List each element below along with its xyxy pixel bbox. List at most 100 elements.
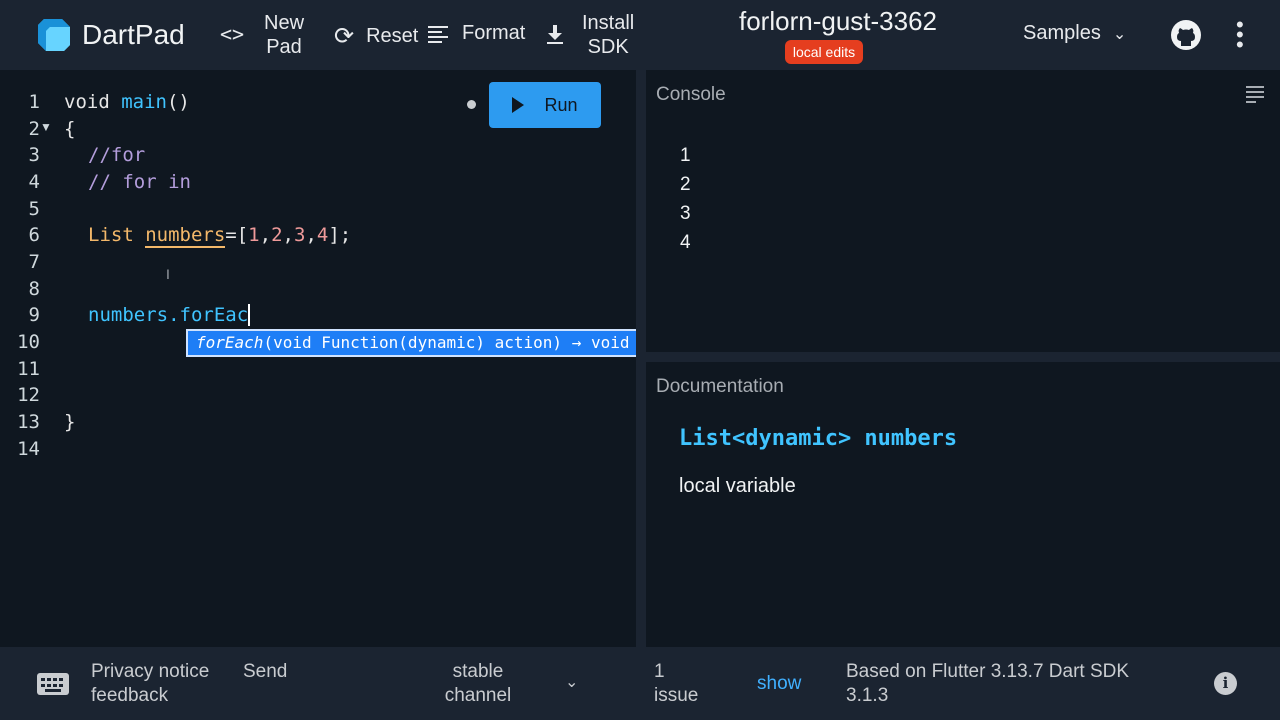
code-line-4: // for in <box>88 171 191 193</box>
chevron-down-icon: ⌄ <box>1112 25 1127 43</box>
unsaved-dot <box>467 100 476 109</box>
code-line-3: //for <box>88 144 146 166</box>
privacy-line1: Privacy notice <box>91 661 210 682</box>
documentation-title: Documentation <box>656 376 784 397</box>
refresh-icon: ⟳ <box>334 23 355 50</box>
status-bar: Privacy notice feedback Send stable chan… <box>0 647 1280 720</box>
issue-number: 1 <box>654 661 665 682</box>
reset-button[interactable]: ⟳ Reset <box>334 22 418 51</box>
clear-console-icon[interactable] <box>1246 86 1264 106</box>
code-icon[interactable]: <> <box>220 22 244 46</box>
console-panel: Console 1 2 3 4 <box>646 70 1280 352</box>
dart-logo-icon <box>38 19 70 51</box>
format-label: Format <box>462 22 526 44</box>
comma: , <box>259 224 272 246</box>
samples-dropdown[interactable]: Samples ⌄ <box>1023 22 1126 45</box>
new-pad-label-line1: New <box>264 12 305 34</box>
parens: () <box>166 91 190 113</box>
number-literal: 1 <box>248 224 260 246</box>
run-button[interactable]: Run <box>489 82 601 128</box>
console-output-line: 3 <box>680 203 691 224</box>
version-line2: 3.1.3 <box>846 685 889 706</box>
console-output-line: 2 <box>680 174 691 195</box>
install-label-line2: SDK <box>587 36 629 58</box>
local-edits-badge: local edits <box>785 40 863 64</box>
format-button[interactable]: Format <box>428 22 525 45</box>
line-number: 6 <box>28 224 40 246</box>
console-output-line: 1 <box>680 145 691 166</box>
horizontal-splitter[interactable] <box>646 352 1280 362</box>
app-header: DartPad <> New Pad ⟳ Reset Format Instal… <box>0 0 1280 70</box>
number-literal: 2 <box>271 224 283 246</box>
code-line-9: numbers.forEac <box>88 304 251 326</box>
text-cursor-icon: I <box>166 266 170 282</box>
new-pad-button[interactable]: New Pad <box>264 11 310 59</box>
number-literal: 3 <box>293 224 306 246</box>
channel-line1: stable <box>452 661 504 682</box>
vertical-splitter[interactable] <box>636 70 646 647</box>
run-label: Run <box>544 94 578 115</box>
keyword-void: void <box>64 91 122 113</box>
function-name: main <box>121 91 167 113</box>
documentation-panel: Documentation List<dynamic> numbers loca… <box>646 362 1280 647</box>
list-end: ]; <box>328 224 352 246</box>
comma: , <box>282 224 294 246</box>
suggestion-signature: (void Function(dynamic) action) → void <box>263 333 630 352</box>
new-pad-label-line2: Pad <box>266 36 302 58</box>
privacy-notice-link[interactable]: Privacy notice feedback <box>91 660 209 708</box>
install-label-line1: Install <box>582 12 635 34</box>
info-icon[interactable]: i <box>1214 672 1237 695</box>
app-name: DartPad <box>82 19 185 50</box>
channel-line2: channel <box>444 685 512 706</box>
channel-selector[interactable]: stable channel <box>440 660 516 708</box>
autocomplete-suggestion[interactable]: forEach(void Function(dynamic) action) →… <box>186 329 660 357</box>
code-editor[interactable]: 1 2 3 4 5 6 7 8 9 10 11 12 13 14 ▼ void … <box>0 70 636 647</box>
download-icon <box>547 25 563 44</box>
github-logo-icon <box>1171 20 1201 50</box>
suggestion-match: forEach <box>196 333 264 352</box>
code-line-2: { <box>64 118 76 140</box>
samples-label: Samples <box>1023 22 1101 44</box>
line-number: 14 <box>17 438 40 460</box>
github-icon[interactable] <box>1170 18 1204 52</box>
version-info: Based on Flutter 3.13.7 Dart SDK 3.1.3 <box>846 660 1129 708</box>
play-icon <box>512 97 525 113</box>
assign: =[ <box>225 224 249 246</box>
line-number: 8 <box>28 278 40 300</box>
type-list: List <box>88 224 146 246</box>
version-line1: Based on Flutter 3.13.7 Dart SDK <box>846 661 1130 682</box>
fold-arrow-icon[interactable]: ▼ <box>40 120 52 134</box>
console-title: Console <box>656 84 726 105</box>
more-vert-icon[interactable]: • • • <box>1236 14 1244 56</box>
line-number: 1 <box>28 91 40 113</box>
line-number: 9 <box>28 304 40 326</box>
privacy-line2: feedback <box>91 685 169 706</box>
line-number: 12 <box>17 384 40 406</box>
line-number: 3 <box>28 144 40 166</box>
code-line-6: List numbers=[1,2,3,4]; <box>88 224 352 248</box>
line-number: 4 <box>28 171 40 193</box>
doc-signature: List<dynamic> numbers <box>679 426 958 451</box>
line-number: 11 <box>17 358 40 380</box>
line-number: 2 <box>28 118 40 140</box>
pad-title[interactable]: forlorn-gust-3362 <box>728 6 948 37</box>
line-number: 5 <box>28 198 40 220</box>
show-issues-link[interactable]: show <box>757 672 801 696</box>
number-literal: 4 <box>316 224 329 246</box>
line-number: 7 <box>28 251 40 273</box>
code-line-1: void main() <box>64 91 190 113</box>
code-line-13: } <box>64 411 76 433</box>
variable-numbers: numbers <box>145 224 226 248</box>
comma: , <box>305 224 317 246</box>
send-feedback-link[interactable]: Send <box>243 660 287 684</box>
dartpad-logo[interactable]: DartPad <box>36 14 185 56</box>
line-number: 13 <box>17 411 40 433</box>
keyboard-icon[interactable] <box>37 673 69 695</box>
chevron-down-icon[interactable]: ⌄ <box>565 671 578 695</box>
reset-label: Reset <box>366 25 419 47</box>
install-sdk-button[interactable]: Install SDK <box>546 11 634 59</box>
doc-description: local variable <box>679 475 796 497</box>
line-number: 10 <box>17 331 40 353</box>
format-align-icon <box>428 25 448 43</box>
console-output-line: 4 <box>680 232 691 253</box>
